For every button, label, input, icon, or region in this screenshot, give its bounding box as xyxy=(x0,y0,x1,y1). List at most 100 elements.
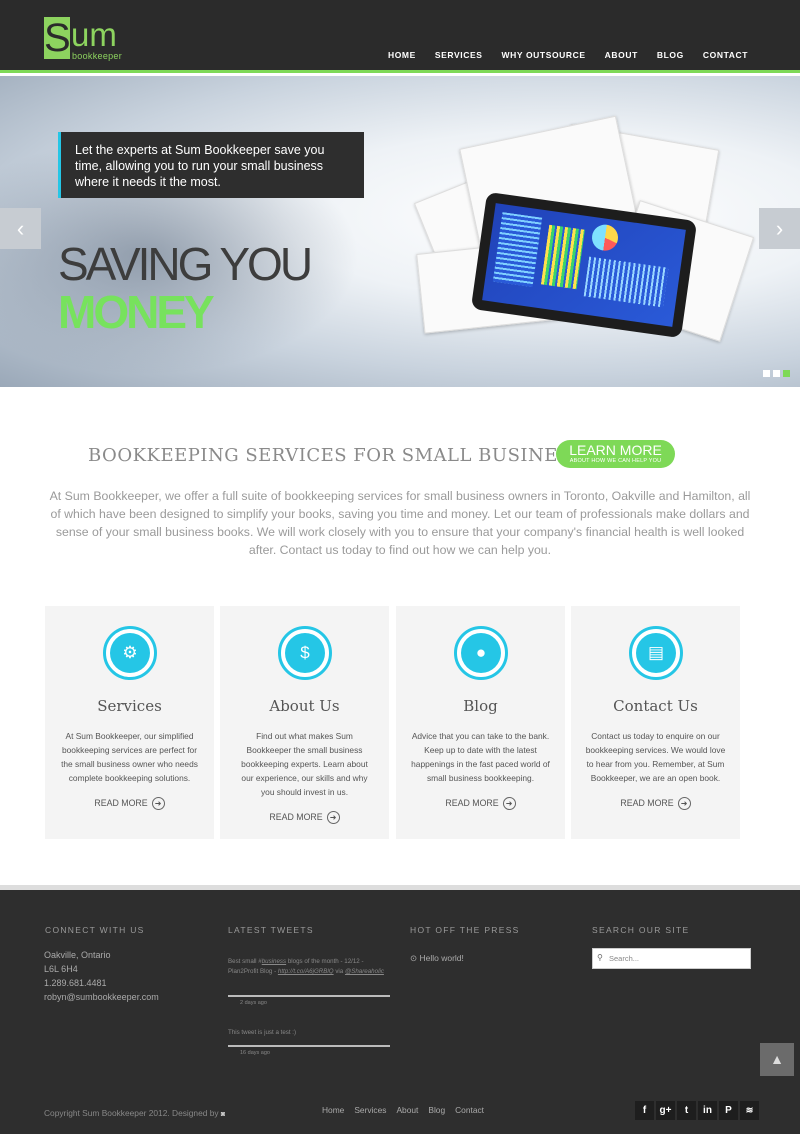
tweet-divider xyxy=(228,995,390,997)
slider-dots xyxy=(763,370,790,377)
tweet-text: via xyxy=(333,968,345,975)
card-icon-ring: ▤ xyxy=(629,626,683,680)
twitter-icon[interactable]: t xyxy=(677,1101,696,1120)
card-icon-ring: ⚙ xyxy=(103,626,157,680)
rss-icon[interactable]: ≋ xyxy=(740,1101,759,1120)
intro-title: BOOKKEEPING SERVICES FOR SMALL BUSINESS xyxy=(88,445,584,466)
arrow-right-circle-icon: ➜ xyxy=(151,797,165,810)
slider-dot[interactable] xyxy=(773,370,780,377)
logo[interactable]: S um bookkeeper xyxy=(44,16,134,63)
site-header: S um bookkeeper HOME SERVICES WHY OUTSOU… xyxy=(0,0,800,73)
read-more-link[interactable]: READ MORE ➜ xyxy=(396,797,565,810)
card-services: ⚙ Services At Sum Bookkeeper, our simpli… xyxy=(45,606,214,839)
footer-heading-tweets: LATEST TWEETS xyxy=(228,925,314,935)
nav-home[interactable]: HOME xyxy=(388,50,416,60)
footer-link-about[interactable]: About xyxy=(396,1105,418,1115)
hero-headline-money: MONEY xyxy=(58,286,215,338)
contact-postal: L6L 6H4 xyxy=(44,964,78,974)
copyright: Copyright Sum Bookkeeper 2012. Designed … xyxy=(44,1108,225,1118)
arrow-up-icon: ▲ xyxy=(770,1051,784,1067)
filing-cabinet-icon[interactable]: ▤ xyxy=(636,633,676,673)
linkedin-icon[interactable]: in xyxy=(698,1101,717,1120)
slider-dot[interactable] xyxy=(763,370,770,377)
site-footer: CONNECT WITH US LATEST TWEETS HOT OFF TH… xyxy=(0,890,800,1134)
back-to-top-button[interactable]: ▲ xyxy=(760,1043,794,1076)
gear-icon[interactable]: ⚙ xyxy=(110,633,150,673)
tweet-user[interactable]: @Shareaholic xyxy=(345,968,384,975)
google-plus-icon[interactable]: g+ xyxy=(656,1101,675,1120)
money-bag-icon[interactable]: $ xyxy=(285,633,325,673)
card-title[interactable]: Contact Us xyxy=(571,697,740,715)
footer-heading-connect: CONNECT WITH US xyxy=(45,925,145,935)
read-more-label: READ MORE xyxy=(620,797,674,808)
footer-heading-search: SEARCH OUR SITE xyxy=(592,925,690,935)
press-item[interactable]: ⊙ Hello world! xyxy=(410,953,464,964)
hero-slider: Let the experts at Sum Bookkeeper save y… xyxy=(0,76,800,387)
tweet-text: Best small # xyxy=(228,958,262,965)
learn-more-sublabel: ABOUT HOW WE CAN HELP YOU xyxy=(569,458,662,464)
card-about: $ About Us Find out what makes Sum Bookk… xyxy=(220,606,389,839)
nav-blog[interactable]: BLOG xyxy=(657,50,684,60)
tablet-screen xyxy=(482,203,686,327)
contact-city: Oakville, Ontario xyxy=(44,950,111,960)
footer-nav: Home Services About Blog Contact xyxy=(322,1105,484,1115)
nav-why-outsource[interactable]: WHY OUTSOURCE xyxy=(502,50,586,60)
nav-about[interactable]: ABOUT xyxy=(605,50,638,60)
social-links: f g+ t in P ≋ xyxy=(635,1101,759,1120)
arrow-right-circle-icon: ➜ xyxy=(677,797,691,810)
slider-dot-active[interactable] xyxy=(783,370,790,377)
read-more-label: READ MORE xyxy=(269,811,323,822)
card-title[interactable]: About Us xyxy=(220,697,389,715)
contact-phone[interactable]: 1.289.681.4481 xyxy=(44,976,159,990)
card-text: Advice that you can take to the bank. Ke… xyxy=(411,731,550,783)
arrow-right-circle-icon: ➜ xyxy=(326,811,340,824)
screen-table xyxy=(492,212,543,288)
main-nav: HOME SERVICES WHY OUTSOURCE ABOUT BLOG C… xyxy=(388,50,748,60)
logo-s-letter: S xyxy=(44,16,71,60)
tweet-divider xyxy=(228,1045,390,1047)
card-title[interactable]: Blog xyxy=(396,697,565,715)
footer-link-services[interactable]: Services xyxy=(354,1105,386,1115)
learn-more-label: LEARN MORE xyxy=(569,442,662,458)
card-icon-ring: ● xyxy=(454,626,508,680)
tweet-date: 2 days ago xyxy=(240,1000,267,1006)
card-text: Find out what makes Sum Bookkeeper the s… xyxy=(241,731,368,797)
card-text: At Sum Bookkeeper, our simplified bookke… xyxy=(61,731,198,783)
tweet-date: 16 days ago xyxy=(240,1050,270,1056)
pinterest-icon[interactable]: P xyxy=(719,1101,738,1120)
screen-pie xyxy=(590,222,620,253)
arrow-right-circle-icon: ➜ xyxy=(502,797,516,810)
card-icon-ring: $ xyxy=(278,626,332,680)
contact-email[interactable]: robyn@sumbookkeeper.com xyxy=(44,990,159,1004)
search-icon: ⚲ xyxy=(597,953,603,962)
card-title[interactable]: Services xyxy=(45,697,214,715)
piggy-bank-icon[interactable]: ● xyxy=(461,633,501,673)
slider-next-button[interactable]: › xyxy=(759,208,800,249)
hero-callout: Let the experts at Sum Bookkeeper save y… xyxy=(58,132,364,198)
intro-paragraph: At Sum Bookkeeper, we offer a full suite… xyxy=(49,489,751,557)
designer-logo-icon[interactable]: ◙ xyxy=(221,1111,225,1118)
nav-services[interactable]: SERVICES xyxy=(435,50,483,60)
facebook-icon[interactable]: f xyxy=(635,1101,654,1120)
footer-link-home[interactable]: Home xyxy=(322,1105,344,1115)
slider-prev-button[interactable]: ‹ xyxy=(0,208,41,249)
press-item-label: Hello world! xyxy=(419,953,464,963)
logo-subtitle: bookkeeper xyxy=(72,51,123,61)
card-blog: ● Blog Advice that you can take to the b… xyxy=(396,606,565,839)
read-more-label: READ MORE xyxy=(445,797,499,808)
tweet-item: This tweet is just a test :) xyxy=(228,1029,297,1036)
screen-bars xyxy=(540,224,585,290)
footer-link-blog[interactable]: Blog xyxy=(428,1105,445,1115)
contact-details: Oakville, Ontario L6L 6H4 1.289.681.4481… xyxy=(44,948,159,1004)
read-more-link[interactable]: READ MORE ➜ xyxy=(45,797,214,810)
tweet-link[interactable]: http://t.co/A6jGRBlQ xyxy=(278,968,334,975)
tweet-item: Best small #business blogs of the month … xyxy=(228,957,390,977)
nav-contact[interactable]: CONTACT xyxy=(703,50,748,60)
learn-more-button[interactable]: LEARN MORE ABOUT HOW WE CAN HELP YOU xyxy=(556,440,675,468)
read-more-link[interactable]: READ MORE ➜ xyxy=(220,811,389,824)
search-input[interactable]: Search... xyxy=(592,948,751,969)
read-more-label: READ MORE xyxy=(94,797,148,808)
read-more-link[interactable]: READ MORE ➜ xyxy=(571,797,740,810)
footer-link-contact[interactable]: Contact xyxy=(455,1105,484,1115)
tweet-hashtag[interactable]: business xyxy=(262,958,286,965)
